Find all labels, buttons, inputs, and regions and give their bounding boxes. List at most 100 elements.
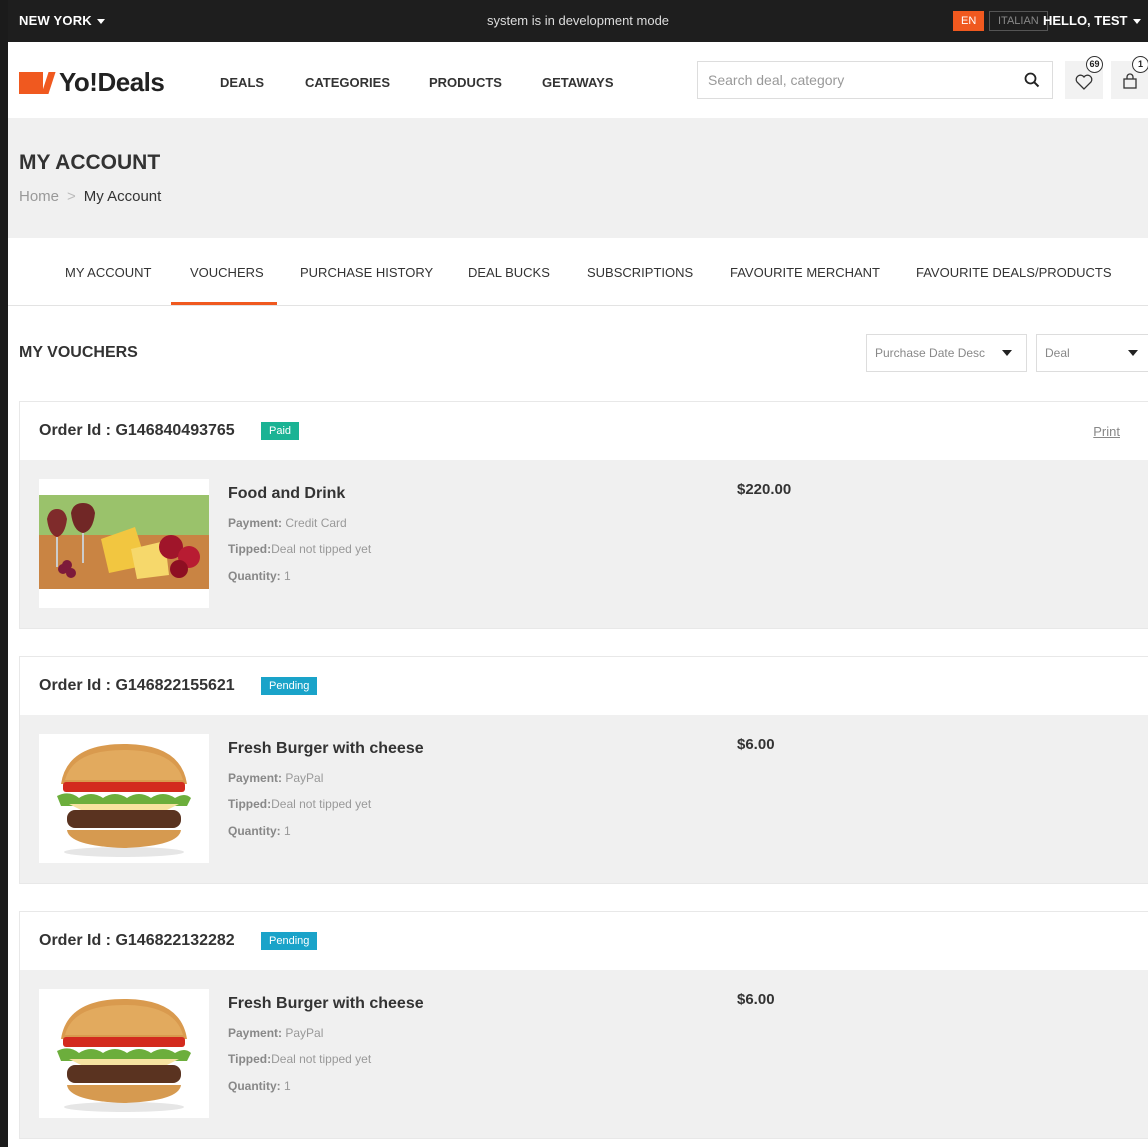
logo-mark-icon	[19, 71, 56, 94]
tipped-info: Tipped:Deal not tipped yet	[228, 1052, 371, 1066]
nav-getaways[interactable]: GETAWAYS	[542, 75, 614, 90]
tipped-info: Tipped:Deal not tipped yet	[228, 797, 371, 811]
page-header: MY ACCOUNT Home > My Account	[8, 118, 1148, 238]
quantity-label: Quantity:	[228, 824, 281, 838]
wishlist-button[interactable]: 69	[1065, 56, 1103, 99]
product-image-burger[interactable]	[39, 734, 209, 863]
product-title[interactable]: Food and Drink	[228, 485, 345, 503]
nav-deals[interactable]: DEALS	[220, 75, 264, 90]
order-body: Food and Drink Payment: Credit Card Tipp…	[20, 460, 1148, 628]
payment-info: Payment: PayPal	[228, 771, 323, 785]
payment-label: Payment:	[228, 771, 283, 785]
nav-products[interactable]: PRODUCTS	[429, 75, 502, 90]
status-badge: Paid	[261, 422, 300, 440]
tipped-label: Tipped:	[228, 797, 272, 811]
payment-label: Payment:	[228, 1026, 283, 1040]
chevron-right-icon: >	[67, 188, 76, 205]
quantity-info: Quantity: 1	[228, 569, 291, 583]
quantity-info: Quantity: 1	[228, 1079, 291, 1093]
order-price: $6.00	[737, 736, 775, 753]
order-header: Order Id : G146822132282 Pending	[20, 912, 1148, 970]
breadcrumb-current: My Account	[83, 188, 162, 205]
tab-purchase-history[interactable]: PURCHASE HISTORY	[300, 265, 433, 280]
payment-value: PayPal	[285, 1026, 324, 1040]
search-input[interactable]	[698, 62, 998, 98]
order-id: Order Id : G146840493765	[39, 422, 235, 439]
quantity-value: 1	[284, 1079, 291, 1093]
product-title[interactable]: Fresh Burger with cheese	[228, 995, 424, 1013]
print-link[interactable]: Print	[1093, 424, 1120, 439]
search-box	[697, 61, 1053, 99]
page-frame: NEW YORK system is in development mode E…	[0, 0, 1148, 1147]
caret-down-icon	[1128, 350, 1138, 356]
sort-select[interactable]: Purchase Date Desc	[866, 334, 1027, 372]
cart-button[interactable]: 1	[1111, 56, 1148, 99]
tipped-value: Deal not tipped yet	[271, 797, 372, 811]
user-menu[interactable]: HELLO, TEST	[1043, 13, 1141, 28]
breadcrumb: Home > My Account	[19, 188, 161, 205]
caret-down-icon	[1002, 350, 1012, 356]
order-id: Order Id : G146822132282	[39, 932, 235, 949]
site-header: Yo!Deals DEALS CATEGORIES PRODUCTS GETAW…	[8, 42, 1148, 118]
user-greeting: HELLO, TEST	[1043, 13, 1128, 28]
top-bar: NEW YORK system is in development mode E…	[8, 0, 1148, 42]
product-title[interactable]: Fresh Burger with cheese	[228, 740, 424, 758]
order-id: Order Id : G146822155621	[39, 677, 235, 694]
quantity-label: Quantity:	[228, 1079, 281, 1093]
search-icon[interactable]	[1024, 72, 1040, 93]
order-header: Order Id : G146840493765 Paid Print	[20, 402, 1148, 460]
order-body: Fresh Burger with cheese Payment: PayPal…	[20, 715, 1148, 883]
cart-count-badge: 1	[1132, 56, 1148, 73]
payment-info: Payment: Credit Card	[228, 516, 347, 530]
nav-categories[interactable]: CATEGORIES	[305, 75, 390, 90]
tab-subscriptions[interactable]: SUBSCRIPTIONS	[587, 265, 693, 280]
chevron-down-icon	[1132, 19, 1141, 25]
order-header: Order Id : G146822155621 Pending	[20, 657, 1148, 715]
payment-label: Payment:	[228, 516, 283, 530]
chevron-down-icon	[96, 19, 105, 25]
page-title: MY ACCOUNT	[19, 151, 161, 174]
tipped-value: Deal not tipped yet	[271, 1052, 372, 1066]
order-body: Fresh Burger with cheese Payment: PayPal…	[20, 970, 1148, 1138]
status-badge: Pending	[261, 932, 318, 950]
type-select-value: Deal	[1045, 346, 1070, 360]
active-tab-indicator	[171, 302, 277, 305]
account-tabs: MY ACCOUNT VOUCHERS PURCHASE HISTORY DEA…	[8, 238, 1148, 306]
order-card: Order Id : G146822132282 Pending Fresh B…	[19, 911, 1148, 1139]
product-image-food-and-drink[interactable]	[39, 479, 209, 608]
city-selector[interactable]: NEW YORK	[19, 13, 105, 28]
tipped-value: Deal not tipped yet	[271, 542, 372, 556]
payment-value: PayPal	[285, 771, 324, 785]
lang-en-button[interactable]: EN	[953, 11, 985, 31]
order-price: $6.00	[737, 991, 775, 1008]
logo-text: Yo!Deals	[59, 67, 165, 97]
type-select[interactable]: Deal	[1036, 334, 1148, 372]
quantity-label: Quantity:	[228, 569, 281, 583]
tab-favourite-merchant[interactable]: FAVOURITE MERCHANT	[730, 265, 880, 280]
heart-icon	[1075, 74, 1093, 90]
lang-italian-button[interactable]: ITALIAN	[989, 11, 1048, 31]
city-label: NEW YORK	[19, 13, 92, 28]
quantity-value: 1	[284, 824, 291, 838]
status-badge: Pending	[261, 677, 318, 695]
tab-vouchers[interactable]: VOUCHERS	[190, 265, 264, 280]
breadcrumb-home[interactable]: Home	[19, 188, 59, 205]
product-image-burger[interactable]	[39, 989, 209, 1118]
logo[interactable]: Yo!Deals	[19, 67, 165, 98]
order-price: $220.00	[737, 481, 792, 498]
payment-info: Payment: PayPal	[228, 1026, 323, 1040]
payment-value: Credit Card	[285, 516, 347, 530]
tipped-info: Tipped:Deal not tipped yet	[228, 542, 371, 556]
tab-favourite-deals-products[interactable]: FAVOURITE DEALS/PRODUCTS	[916, 265, 1112, 280]
tab-deal-bucks[interactable]: DEAL BUCKS	[468, 265, 550, 280]
shopping-bag-icon	[1123, 73, 1137, 89]
tipped-label: Tipped:	[228, 1052, 272, 1066]
vouchers-header: MY VOUCHERS Purchase Date Desc Deal	[8, 306, 1148, 401]
sort-select-value: Purchase Date Desc	[875, 346, 986, 360]
vouchers-heading: MY VOUCHERS	[19, 344, 138, 361]
tipped-label: Tipped:	[228, 542, 272, 556]
order-card: Order Id : G146840493765 Paid Print Food…	[19, 401, 1148, 629]
order-card: Order Id : G146822155621 Pending Fresh B…	[19, 656, 1148, 884]
quantity-value: 1	[284, 569, 291, 583]
tab-my-account[interactable]: MY ACCOUNT	[65, 265, 151, 280]
